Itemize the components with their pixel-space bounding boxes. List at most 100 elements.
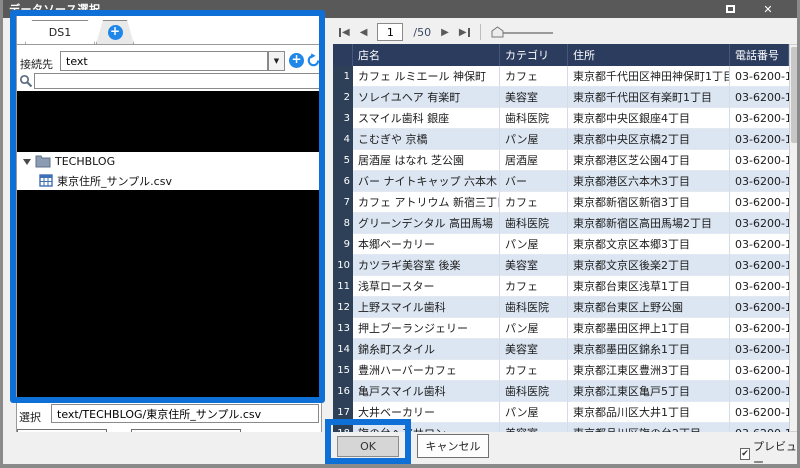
search-icon [19, 73, 33, 92]
cell-category: 居酒屋 [500, 150, 568, 171]
cell-store-name: 居酒屋 はなれ 芝公園 [353, 150, 500, 171]
refresh-button[interactable] [306, 53, 321, 72]
cancel-label: キャンセル [426, 438, 481, 454]
cell-row-number: 11 [333, 276, 353, 297]
cell-store-name: 上野スマイル歯科 [353, 297, 500, 318]
tree-expander-icon[interactable] [23, 159, 31, 165]
cell-store-name: 本郷ベーカリー [353, 234, 500, 255]
header-category: カテゴリ [500, 44, 568, 66]
cell-store-name: 錦糸町スタイル [353, 339, 500, 360]
cell-address: 東京都台東区浅草1丁目 [568, 276, 730, 297]
cell-category: 美容室 [500, 423, 568, 432]
table-row: 18 旗の台ヘアサロン 美容室 東京都品川区旗の台2丁目 03-6200-10 [333, 423, 789, 432]
table-row: 14 錦糸町スタイル 美容室 東京都墨田区錦糸1丁目 03-6200-10 [333, 339, 789, 360]
table-row: 6 バー ナイトキャップ 六本木 バー 東京都港区六本木3丁目 03-6200-… [333, 171, 789, 192]
cell-address: 東京都江東区亀戸5丁目 [568, 381, 730, 402]
table-row: 2 ソレイユヘア 有楽町 美容室 東京都千代田区有楽町1丁目 03-6200-1… [333, 87, 789, 108]
cell-phone: 03-6200-10 [730, 402, 789, 423]
table-row: 5 居酒屋 はなれ 芝公園 居酒屋 東京都港区芝公園4丁目 03-6200-10… [333, 150, 789, 171]
table-row: 12 上野スマイル歯科 歯科医院 東京都台東区上野公園 03-6200-10 [333, 297, 789, 318]
header-row-number [333, 44, 353, 66]
prev-page-button[interactable]: ◀ [360, 27, 368, 38]
maximize-icon [726, 5, 735, 13]
next-page-button[interactable]: ▶ [441, 27, 449, 38]
tab-divider [17, 44, 321, 45]
first-page-button[interactable]: ◀ [339, 27, 350, 38]
cell-address: 東京都品川区大井1丁目 [568, 402, 730, 423]
table-header-row: 店名 カテゴリ 住所 電話番号 [333, 44, 789, 66]
cell-phone: 03-6200-10 [730, 297, 789, 318]
cell-row-number: 15 [333, 360, 353, 381]
cell-row-number: 7 [333, 192, 353, 213]
cell-category: パン屋 [500, 318, 568, 339]
cell-category: 美容室 [500, 255, 568, 276]
cell-category: バー [500, 171, 568, 192]
cell-row-number: 14 [333, 339, 353, 360]
tree-file-csv[interactable]: 東京住所_サンプル.csv [17, 171, 317, 190]
close-button[interactable]: ✕ [755, 1, 781, 17]
add-connection-button[interactable]: + [289, 53, 304, 68]
first-page-icon [339, 28, 341, 37]
connection-input[interactable] [60, 51, 268, 71]
cell-address: 東京都港区六本木3丁目 [568, 171, 730, 192]
table-row: 10 カツラギ美容室 後楽 美容室 東京都文京区後楽2丁目 03-6200-10 [333, 255, 789, 276]
cell-address: 東京都墨田区押上1丁目 [568, 318, 730, 339]
add-tab-plus-icon: + [108, 25, 123, 40]
cell-store-name: スマイル歯科 銀座 [353, 108, 500, 129]
page-number-input[interactable] [377, 23, 403, 41]
cell-row-number: 1 [333, 66, 353, 87]
cell-row-number: 16 [333, 381, 353, 402]
table-row: 9 本郷ベーカリー パン屋 東京都文京区本郷3丁目 03-6200-100 [333, 234, 789, 255]
search-input[interactable] [34, 73, 320, 89]
tab-ds1[interactable]: DS1 [25, 20, 95, 44]
last-page-button[interactable]: ▶ [459, 27, 470, 38]
redacted-block-bottom [17, 190, 321, 398]
cell-category: パン屋 [500, 129, 568, 150]
connection-dropdown-button[interactable]: ▼ [268, 51, 285, 71]
redacted-block-top [17, 91, 321, 152]
cell-store-name: 浅草ロースター [353, 276, 500, 297]
cell-address: 東京都台東区上野公園 [568, 297, 730, 318]
ok-label: OK [360, 440, 376, 453]
cell-phone: 03-6200-100 [730, 192, 789, 213]
last-page-icon [468, 28, 470, 37]
cell-address: 東京都新宿区新宿3丁目 [568, 192, 730, 213]
cell-address: 東京都江東区豊洲3丁目 [568, 360, 730, 381]
table-row: 16 亀戸スマイル歯科 歯科医院 東京都江東区亀戸5丁目 03-6200-10 [333, 381, 789, 402]
cell-row-number: 10 [333, 255, 353, 276]
cell-row-number: 18 [333, 423, 353, 432]
preview-table: 店名 カテゴリ 住所 電話番号 1 カフェ ルミエール 神保町 カフェ 東京都千… [333, 44, 789, 432]
cell-phone: 03-6200-10 [730, 255, 789, 276]
cell-store-name: ソレイユヘア 有楽町 [353, 87, 500, 108]
table-row: 13 押上ブーランジェリー パン屋 東京都墨田区押上1丁目 03-6200-10 [333, 318, 789, 339]
table-body: 1 カフェ ルミエール 神保町 カフェ 東京都千代田区神田神保町1丁目 03-6… [333, 66, 789, 432]
preview-checkbox[interactable]: ✔ [740, 448, 750, 460]
table-scrollbar[interactable] [789, 44, 800, 432]
cell-store-name: カフェ アトリウム 新宿三丁目 [353, 192, 500, 213]
maximize-button[interactable] [717, 1, 743, 17]
tree-folder-techblog[interactable]: TECHBLOG [17, 152, 317, 171]
cell-address: 東京都中央区京橋2丁目 [568, 129, 730, 150]
ok-button[interactable]: OK [337, 436, 399, 457]
cell-store-name: 豊洲ハーバーカフェ [353, 360, 500, 381]
cell-category: カフェ [500, 192, 568, 213]
cell-store-name: 亀戸スマイル歯科 [353, 381, 500, 402]
cell-address: 東京都千代田区神田神保町1丁目 [568, 66, 730, 87]
cell-address: 東京都港区芝公園4丁目 [568, 150, 730, 171]
slider-thumb[interactable] [491, 26, 504, 38]
tab-ds1-label: DS1 [49, 26, 71, 39]
preview-toggle[interactable]: ✔ プレビュー [740, 438, 797, 468]
pager-separator [480, 24, 481, 40]
cell-category: 歯科医院 [500, 297, 568, 318]
tree-file-label: 東京住所_サンプル.csv [57, 173, 172, 189]
cell-phone: 03-6200-100 [730, 87, 789, 108]
cell-phone: 03-6200-100 [730, 213, 789, 234]
scrollbar-thumb[interactable] [791, 47, 798, 143]
cell-address: 東京都文京区後楽2丁目 [568, 255, 730, 276]
zoom-slider[interactable] [491, 26, 553, 38]
cell-store-name: グリーンデンタル 高田馬場 [353, 213, 500, 234]
tree-folder-label: TECHBLOG [55, 155, 115, 168]
cancel-button[interactable]: キャンセル [417, 434, 489, 458]
cell-store-name: カフェ ルミエール 神保町 [353, 66, 500, 87]
selection-path-input[interactable] [51, 404, 319, 423]
